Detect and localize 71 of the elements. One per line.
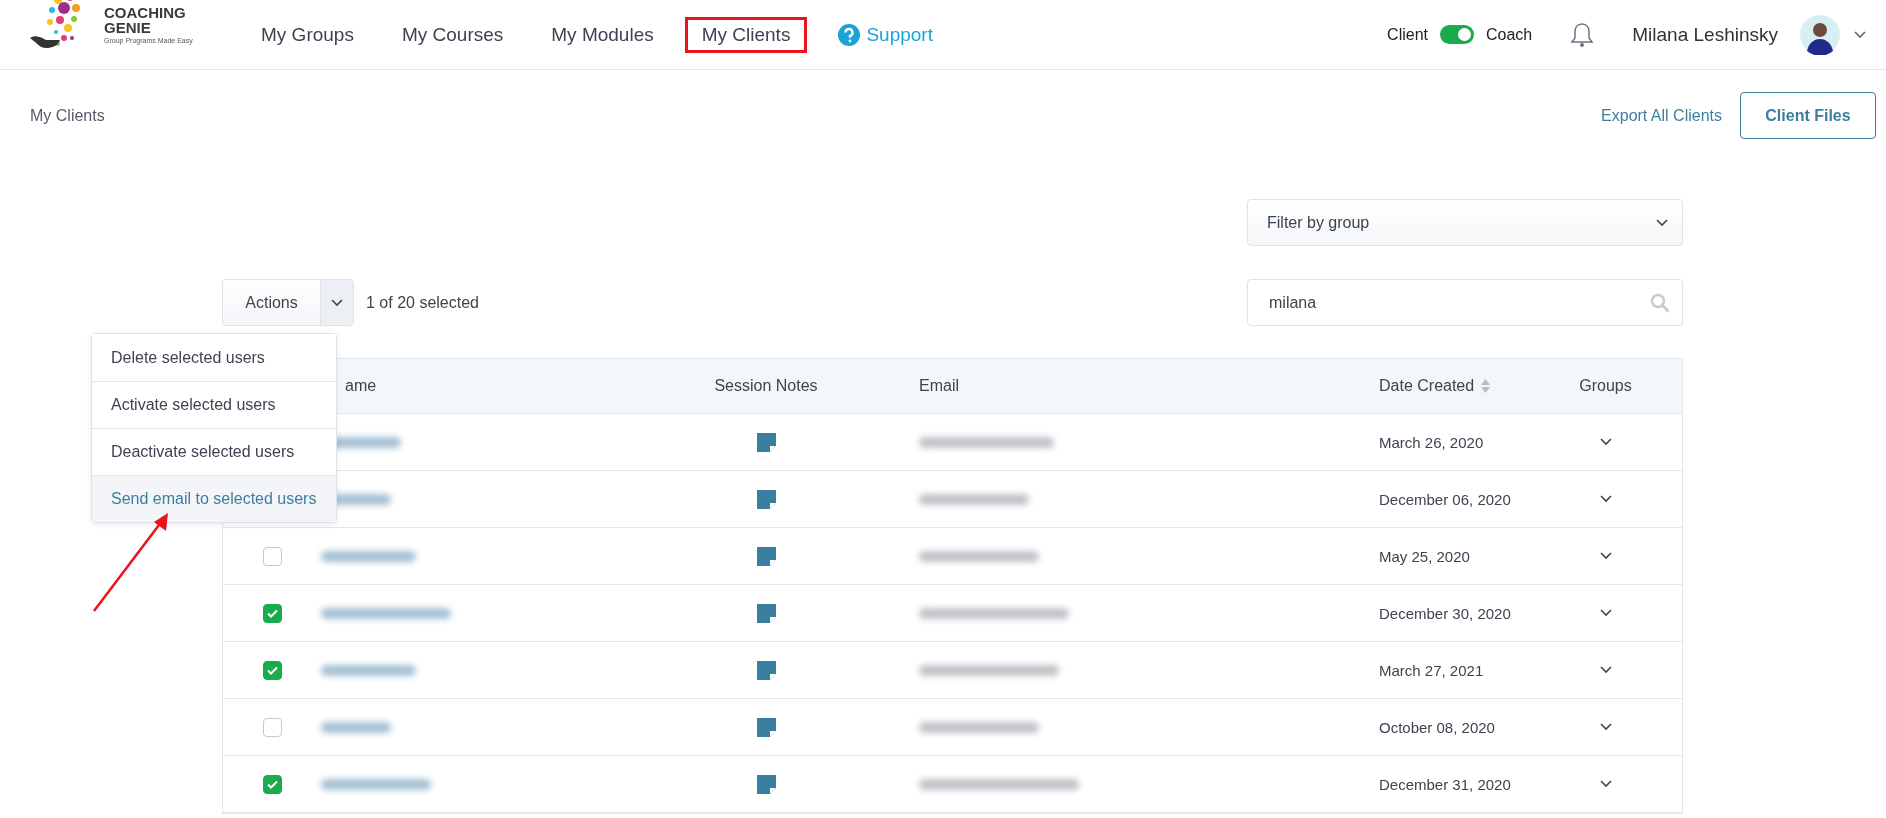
chevron-down-icon bbox=[1599, 780, 1612, 788]
date-cell: October 08, 2020 bbox=[1379, 718, 1495, 736]
date-cell: December 31, 2020 bbox=[1379, 775, 1511, 793]
note-icon[interactable] bbox=[756, 603, 776, 623]
bell-icon[interactable] bbox=[1570, 21, 1595, 48]
date-cell: December 06, 2020 bbox=[1379, 490, 1511, 508]
column-header: Groups bbox=[1579, 377, 1632, 395]
groups-toggle[interactable] bbox=[1599, 552, 1612, 560]
menu-item[interactable]: Deactivate selected users bbox=[92, 428, 336, 475]
client-files-button[interactable]: Client Files bbox=[1740, 92, 1876, 139]
breadcrumb: My Clients bbox=[30, 106, 105, 125]
check-icon bbox=[266, 779, 278, 789]
mode-switch[interactable] bbox=[1440, 25, 1474, 44]
search-field[interactable]: milana bbox=[1267, 292, 1650, 313]
note-icon[interactable] bbox=[756, 546, 776, 566]
column-header: ame bbox=[345, 377, 377, 395]
nav-link[interactable]: My Modules bbox=[534, 16, 671, 53]
chevron-down-icon bbox=[1599, 666, 1612, 674]
date-cell: March 26, 2020 bbox=[1379, 433, 1484, 451]
menu-item[interactable]: Delete selected users bbox=[92, 334, 336, 381]
logo-text: COACHING bbox=[104, 5, 187, 20]
row-checkbox[interactable] bbox=[262, 603, 282, 623]
nav-link[interactable]: My Groups bbox=[244, 16, 371, 53]
note-icon[interactable] bbox=[756, 432, 776, 452]
group-filter-select[interactable]: Filter by group bbox=[1247, 199, 1683, 246]
note-icon[interactable] bbox=[756, 489, 776, 509]
groups-toggle[interactable] bbox=[1599, 609, 1612, 617]
export-link[interactable]: Export All Clients bbox=[1601, 106, 1722, 125]
row-checkbox[interactable] bbox=[262, 660, 282, 680]
chevron-down-icon bbox=[1599, 609, 1612, 617]
check-icon bbox=[266, 608, 278, 618]
note-icon[interactable] bbox=[756, 717, 776, 737]
chevron-down-icon bbox=[1599, 495, 1612, 503]
chevron-down-icon bbox=[1599, 723, 1612, 731]
search-icon bbox=[1650, 292, 1670, 313]
help-icon bbox=[838, 23, 861, 46]
date-cell: May 25, 2020 bbox=[1379, 547, 1470, 565]
note-icon[interactable] bbox=[756, 660, 776, 680]
check-icon bbox=[266, 665, 278, 675]
chevron-down-icon bbox=[1599, 552, 1612, 560]
chevron-down-icon bbox=[1656, 218, 1668, 227]
chevron-down-icon bbox=[331, 298, 343, 307]
blurred-name bbox=[321, 721, 391, 733]
row-checkbox[interactable] bbox=[262, 717, 282, 737]
logo-text: GENIE bbox=[104, 20, 152, 35]
column-header[interactable]: Date Created bbox=[1379, 377, 1492, 395]
column-header: Session Notes bbox=[714, 377, 818, 395]
groups-toggle[interactable] bbox=[1599, 438, 1612, 446]
groups-toggle[interactable] bbox=[1599, 780, 1612, 788]
selection-count: 1 of 20 selected bbox=[366, 293, 479, 312]
chevron-down-icon bbox=[1599, 438, 1612, 446]
switch-label: Client bbox=[1387, 25, 1428, 44]
search-box[interactable]: milana bbox=[1247, 279, 1683, 326]
user-name[interactable]: Milana Leshinsky bbox=[1632, 23, 1778, 46]
groups-toggle[interactable] bbox=[1599, 495, 1612, 503]
sort-icon bbox=[1480, 378, 1492, 394]
row-checkbox[interactable] bbox=[262, 546, 282, 566]
menu-item[interactable]: Send email to selected users bbox=[92, 475, 336, 522]
note-icon[interactable] bbox=[756, 774, 776, 794]
row-checkbox[interactable] bbox=[262, 774, 282, 794]
avatar[interactable] bbox=[1800, 14, 1840, 55]
nav-link[interactable]: My Clients bbox=[684, 16, 808, 53]
menu-item[interactable]: Activate selected users bbox=[92, 381, 336, 428]
switch-label: Coach bbox=[1486, 25, 1533, 44]
date-cell: March 27, 2021 bbox=[1379, 661, 1484, 679]
chevron-down-icon bbox=[1854, 30, 1866, 39]
date-cell: December 30, 2020 bbox=[1379, 604, 1511, 622]
column-header: Email bbox=[919, 377, 959, 395]
groups-toggle[interactable] bbox=[1599, 666, 1612, 674]
nav-link[interactable]: My Courses bbox=[384, 16, 521, 53]
groups-toggle[interactable] bbox=[1599, 723, 1612, 731]
